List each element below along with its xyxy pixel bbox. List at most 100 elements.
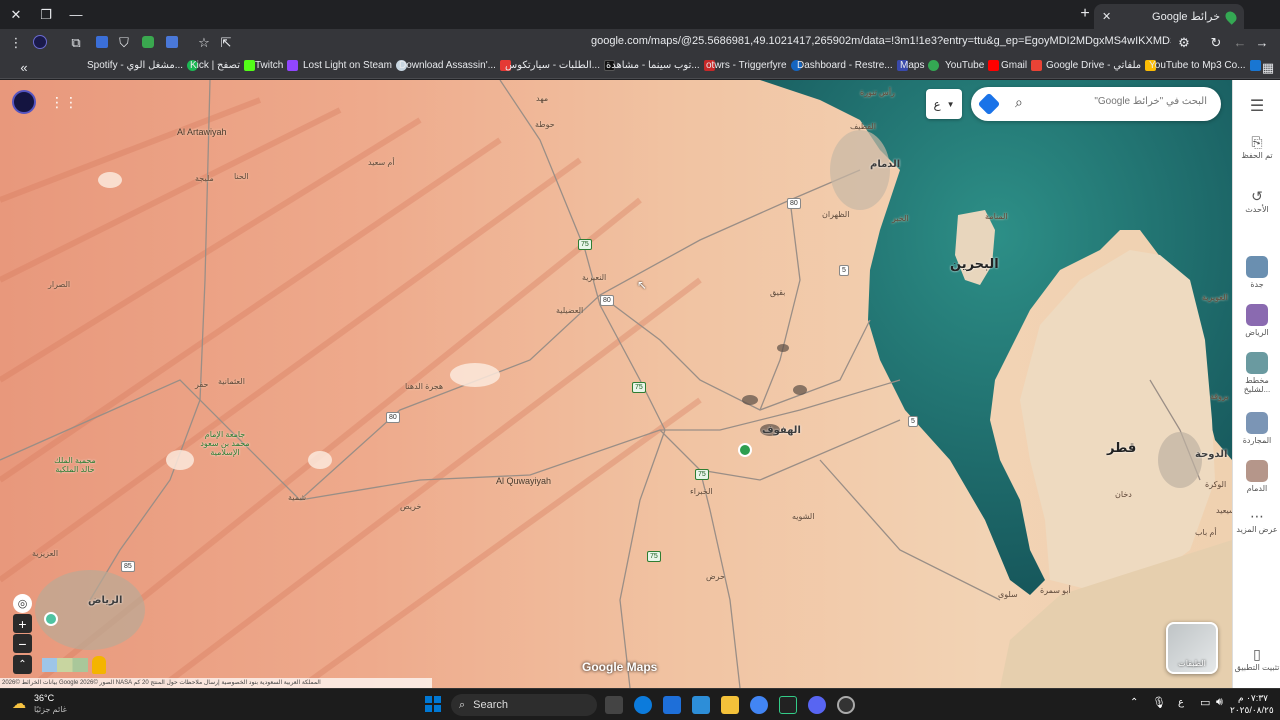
share-icon[interactable]: ⇱ xyxy=(218,34,234,50)
place-label-dahna[interactable]: هجرة الدهنا xyxy=(405,382,443,391)
store-icon[interactable] xyxy=(663,696,681,714)
close-tab-icon[interactable]: ✕ xyxy=(1102,10,1111,23)
clock-date[interactable]: ٢٠٢٥/٠٨/٢٥ xyxy=(1230,705,1274,716)
place-label-mesaieed[interactable]: مسيعيد xyxy=(1216,506,1232,515)
city-label-al-quwayiyah[interactable]: Al Quwayiyah xyxy=(496,476,551,486)
rail-place-majarda[interactable]: المجاردة xyxy=(1233,412,1280,445)
rail-place-riyadh[interactable]: الرياض xyxy=(1233,304,1280,337)
poi-label-imam-university[interactable]: جامعة الإمام محمد بن سعود الإسلامية xyxy=(200,430,250,457)
start-windows-icon[interactable] xyxy=(425,696,441,712)
directions-icon[interactable] xyxy=(977,92,1001,116)
place-label-shamiya[interactable]: شمية xyxy=(288,493,306,502)
bookmark-gmail[interactable]: Gmail xyxy=(1001,60,1043,71)
my-location-icon[interactable]: ◎ xyxy=(13,594,32,613)
bookmark-twitch[interactable]: Twitch xyxy=(255,60,299,71)
profile-avatar[interactable] xyxy=(32,34,48,50)
network-icon[interactable]: ▭ xyxy=(1200,696,1210,709)
place-label-al-hinna[interactable]: الحنا xyxy=(234,172,249,181)
city-label-dammam[interactable]: الدمام xyxy=(870,159,900,170)
task-view-icon[interactable] xyxy=(605,696,623,714)
language-dropdown[interactable]: ع ▼ xyxy=(926,89,962,119)
language-indicator[interactable]: ع xyxy=(1178,697,1184,708)
minimize-window-icon[interactable]: — xyxy=(68,6,84,22)
bookmark-restream[interactable]: Dashboard - Restre... xyxy=(797,60,908,71)
discord-icon[interactable] xyxy=(808,696,826,714)
country-label-qatar[interactable]: قطر xyxy=(1107,440,1136,456)
app-icon[interactable] xyxy=(837,696,855,714)
microphone-icon[interactable]: 🎙︎ xyxy=(1152,696,1166,709)
city-label-abqaiq[interactable]: بقيق xyxy=(770,288,785,297)
place-label-umm-said[interactable]: أم سعيد xyxy=(368,158,395,167)
reload-icon[interactable]: ↻ xyxy=(1208,34,1224,50)
rail-place-dammam[interactable]: الدمام xyxy=(1233,460,1280,493)
city-label-al-wakrah[interactable]: الوكرة xyxy=(1205,480,1226,489)
bookmark-steam[interactable]: Lost Light on Steam xyxy=(303,60,407,71)
collapse-bookmarks-icon[interactable]: « xyxy=(16,59,32,75)
place-label-mahd[interactable]: مهد xyxy=(536,94,548,103)
satellite-map[interactable] xyxy=(0,80,1232,688)
bookmark-triggerfyre[interactable]: otwrs - Triggerfyre xyxy=(706,60,802,71)
place-label-hotat[interactable]: حوطة xyxy=(535,120,555,129)
close-window-icon[interactable]: ✕ xyxy=(8,6,24,22)
map-canvas[interactable]: الرياض البحرين قطر الدوحة الهفوف الدمام … xyxy=(0,80,1232,688)
weather-description[interactable]: غائم جزئيًا xyxy=(34,705,67,714)
search-input[interactable] xyxy=(1027,96,1207,107)
layers-button[interactable]: الطبقات xyxy=(1166,622,1218,674)
clock-time[interactable]: ٠٧:٣٧ م xyxy=(1238,693,1268,704)
city-label-khobar[interactable]: الخبر xyxy=(892,214,909,223)
bookmark-star-icon[interactable]: ☆ xyxy=(196,34,212,50)
expand-panel-icon[interactable]: ⌃ xyxy=(13,655,32,674)
extensions-icon[interactable]: ⧉ xyxy=(68,34,84,50)
bookmark-drive[interactable]: Google Drive - ملفاتي xyxy=(1046,60,1157,71)
city-label-abu-samra[interactable]: أبو سمرة xyxy=(1040,586,1071,595)
place-label-umm-bab[interactable]: أم باب xyxy=(1195,528,1217,537)
place-label-al-aziziyah[interactable]: العزيزية xyxy=(32,549,58,558)
rail-install-app[interactable]: ▯ تثبيت التطبيق xyxy=(1233,646,1280,672)
city-label-ras-tanura[interactable]: رأس تنورة xyxy=(860,88,895,97)
city-label-hofuf[interactable]: الهفوف xyxy=(762,425,801,436)
menu-dots-icon[interactable]: ⋮ xyxy=(8,34,24,50)
app-icon[interactable] xyxy=(779,696,797,714)
site-settings-icon[interactable]: ⚙ xyxy=(1176,34,1192,50)
city-label-salwa[interactable]: سلوى xyxy=(998,590,1018,599)
bookmark-spotify[interactable]: Spotify - مشغل الوي... xyxy=(87,60,199,71)
bookmark-yt-mp3[interactable]: YouTube to Mp3 Co... xyxy=(1149,60,1261,71)
city-label-qatif[interactable]: القطيف xyxy=(850,122,876,131)
translate-icon[interactable] xyxy=(164,34,180,50)
place-label-al-uthmaniyah[interactable]: العثمانية xyxy=(218,377,245,386)
city-label-al-artawiyah[interactable]: Al Artawiyah xyxy=(177,127,227,137)
country-label-bahrain[interactable]: البحرين xyxy=(950,256,999,272)
place-marker-icon[interactable] xyxy=(738,443,752,457)
rail-recents[interactable]: ↺ الأحدث xyxy=(1233,188,1280,214)
bookmark-maps[interactable]: Maps xyxy=(900,60,940,71)
place-label-sarrar[interactable]: الصرار xyxy=(48,280,70,289)
tab-google-maps[interactable]: خرائط Google ✕ xyxy=(1094,4,1244,29)
edge-icon[interactable] xyxy=(634,696,652,714)
bookmark-assassin[interactable]: Download Assassin'... xyxy=(399,60,511,71)
zoom-out-button[interactable]: − xyxy=(13,634,32,653)
back-icon[interactable]: → xyxy=(1254,34,1270,50)
bookmark-topcinema[interactable]: توب سينما - مشاهدة... xyxy=(606,60,715,71)
poi-label-king-khalid-reserve[interactable]: محمية الملك خالد الملكية xyxy=(50,456,100,474)
search-icon[interactable]: ⌕ xyxy=(1015,94,1023,111)
city-label-doha[interactable]: الدوحة xyxy=(1195,449,1227,460)
city-label-riyadh[interactable]: الرياض xyxy=(88,595,122,606)
weather-icon[interactable]: ☁ xyxy=(12,695,26,712)
place-label-hafar[interactable]: حفر xyxy=(195,380,208,389)
menu-icon[interactable]: ☰ xyxy=(1233,96,1280,116)
place-label-udhailiyah[interactable]: العضيلية xyxy=(556,306,583,315)
all-bookmarks-icon[interactable]: ▦ xyxy=(1260,59,1276,75)
rail-more[interactable]: ⋯ عرض المزيد xyxy=(1233,508,1280,534)
rail-place-jeddah[interactable]: جدة xyxy=(1233,256,1280,289)
extension-icon-1[interactable] xyxy=(94,34,110,50)
rail-place-plan[interactable]: مخطط لشليخ... xyxy=(1233,352,1280,394)
restore-window-icon[interactable]: ❐ xyxy=(38,6,54,22)
chevron-up-icon[interactable]: ⌃ xyxy=(1130,697,1138,708)
directions-marker-icon[interactable] xyxy=(44,612,58,626)
place-label-haradh[interactable]: حرض xyxy=(706,572,725,581)
photos-icon[interactable] xyxy=(692,696,710,714)
shield-icon[interactable]: ⛉ xyxy=(116,34,132,50)
extension-icon-2[interactable] xyxy=(140,34,156,50)
place-label-nairiyah[interactable]: النعيرية xyxy=(582,273,606,282)
google-apps-icon[interactable]: ⋮⋮ xyxy=(50,94,78,111)
